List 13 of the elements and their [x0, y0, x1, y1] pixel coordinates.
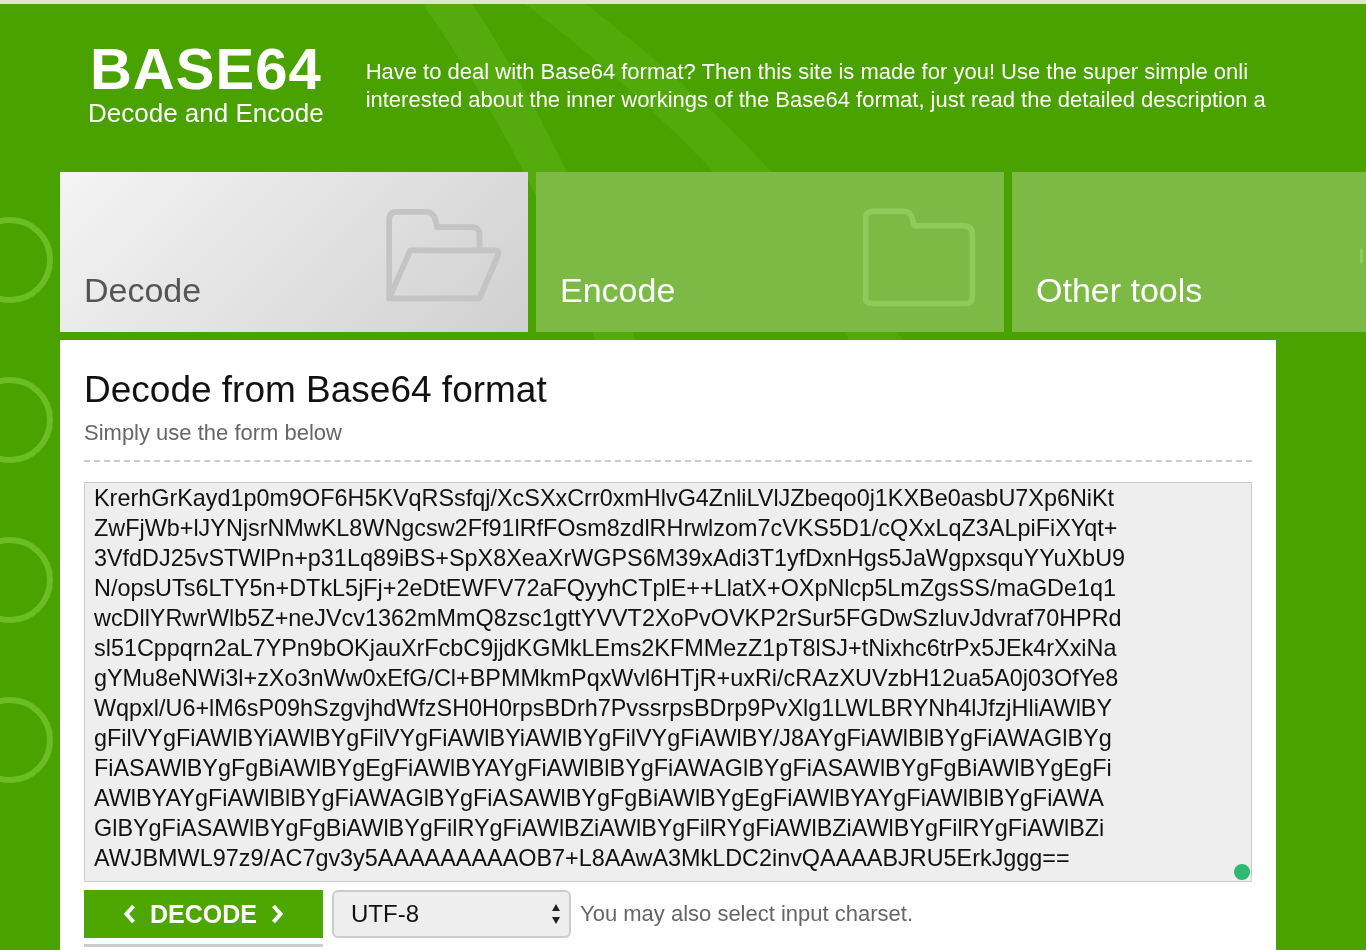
input-field[interactable]: KrerhGrKayd1p0m9OF6H5KVqRSsfqj/XcSXxCrr0xmHlvG4ZnliLVlJZbeqo0j1KXBe0asbU7Xp6NiKt ZwFjWb+lJYNjsrNMwKL8WNgcsw2Ff91lRfFOsm8zdlRHrwlzom7cVKS5D1/cQXxLqZ3ALpiFiXYqt+ 3VfdDJ25vSTWlPn+p31Lq89iBS+SpX8XeaXrWGPS6M39xAdi3T1yfDxnHgs5JaWgpxsquYYuXbU9 N/opsUTs6LTY5n+DTkL5jFj+2eDtEWFV72aFQyyhCTplE++LlatX+OXpNlcp5LmZgsSS/maGDe1q1 wcDllYRwrWlb5Z+neJVcv1362mMmQ8zsc1gttYVVT2XoPvOVKP2rSur5FGDwSzluvJdvraf70HPRd sl51Cppqrn2aL7YPn9bOKjauXrFcbC9jjdKGMkLEms2KFMMezZ1pT8lSJ+tNixhc6trPx5JEk4rXxiNa gYMu8eNWi3l+zXo3nWw0xEfG/Cl+BPMMkmPqxWvl6HTjR+uxRi/cRAzXUVzbH12ua5A0j03OfYe8 Wqpxl/U6+lM6sP09hSzgvjhdWfzSH0H0rpsBDrh7PvssrpsBDrp9PvXlg1LWLBRYNh4lJfzjHliAWlBY gFilVYgFiAWlBYiAWlBYgFilVYgFiAWlBYiAWlBYgFilVYgFiAWlBY/J8AYgFiAWlBlBYgFiAWAGlBYg FiASAWlBYgFgBiAWlBYgEgFiAWlBYAYgFiAWlBlBYgFiAWAGlBYgFiASAWlBYgFgBiAWlBYgEgFi AWlBYAYgFiAWlBlBYgFiAWAGlBYgFiASAWlBYgFgBiAWlBYgEgFiAWlBYAYgFiAWlBlBYgFiAWA GlBYgFiASAWlBYgFgBiAWlBYgFilRYgFiAWlBZiAWlBYgFilRYgFiAWlBZiAWlBYgFilRYgFiAWlBZi AWJBMWL97z9/AC7gv3y5AAAAAAAAAOB7+L8AAwA3MkLDC2invQAAAABJRU5ErkJggg==: [84, 482, 1252, 882]
intro-text: Have to deal with Base64 format? Then this site is made for you! Use the super simple onli: [365, 58, 1250, 86]
decode-button[interactable]: DECODE: [84, 890, 323, 938]
intro-text: interested about the inner workings of the Base64 format, just read the detailed description a: [365, 86, 1266, 114]
panel-title: Decode from Base64 format: [84, 368, 548, 412]
nav-tab[interactable]: Encode: [536, 172, 1004, 332]
logo-subtitle: Decode and Encode: [88, 98, 324, 128]
nav-tab[interactable]: Other tools: [1012, 172, 1366, 332]
logo-title[interactable]: BASE64: [90, 40, 322, 98]
panel-subtitle: Simply use the form below: [84, 420, 343, 446]
charset-hint: You may also select input charset.: [580, 901, 914, 927]
charset-select[interactable]: UTF-8: [332, 890, 571, 938]
nav-tab[interactable]: Decode: [60, 172, 528, 332]
